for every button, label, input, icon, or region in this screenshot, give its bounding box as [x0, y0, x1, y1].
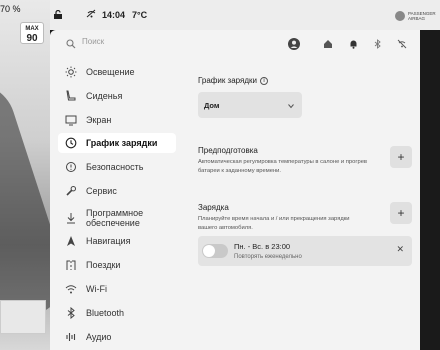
menu-label-navigation: Навигация [86, 236, 131, 246]
schedule-toggle[interactable] [202, 244, 228, 258]
charging-schedule-title: График зарядки [198, 76, 257, 85]
screen-icon [64, 113, 78, 127]
search-bar [50, 30, 420, 52]
menu-label-audio: Аудио [86, 332, 112, 342]
precondition-title: Предподготовка [198, 146, 258, 155]
status-bar: 14:04 7°C PASSENGER AIRBAG [50, 0, 440, 30]
menu-item-audio[interactable]: Аудио [58, 327, 176, 347]
charge-title: Зарядка [198, 203, 229, 212]
toggle-knob [203, 245, 215, 257]
menu-item-software[interactable]: Программное обеспечение [58, 206, 176, 230]
search-icon [66, 36, 76, 49]
trips-icon [64, 258, 78, 272]
location-dropdown[interactable]: Дом [198, 92, 302, 118]
schedule-repeat: Повторять еженедельно [234, 254, 302, 260]
battery-level: 70 % [0, 4, 21, 14]
plus-icon: + [397, 150, 405, 164]
charge-schedule-card[interactable]: Пн. - Вс. в 23:00 Повторять еженедельно … [198, 236, 412, 266]
shield-icon [64, 160, 78, 174]
airbag-label-line2: AIRBAG [408, 16, 426, 21]
speed-limit-value: 90 [26, 33, 38, 44]
car-preview: 70 % MAX 90 [0, 0, 50, 350]
menu-item-lighting[interactable]: Освещение [58, 62, 176, 82]
menu-label-charging-schedule: График зарядки [86, 138, 158, 148]
menu-label-wifi: Wi-Fi [86, 284, 107, 294]
menu-label-security: Безопасность [86, 162, 144, 172]
menu-label-software: Программное обеспечение [86, 208, 144, 228]
charging-schedule-heading: График зарядки i [198, 76, 268, 85]
bell-icon[interactable] [347, 38, 359, 50]
charge-description: Планируйте время начала и / или прекраще… [198, 216, 350, 231]
speed-limit-sign: MAX 90 [20, 22, 44, 44]
navigation-icon [64, 234, 78, 248]
menu-label-lighting: Освещение [86, 67, 135, 77]
menu-label-trips: Поездки [86, 260, 121, 270]
precondition-description: Автоматическая регулировка температуры в… [198, 159, 368, 174]
add-charge-schedule-button[interactable]: + [390, 202, 412, 224]
menu-item-charging-schedule[interactable]: График зарядки [58, 133, 176, 153]
wifi-icon [64, 282, 78, 296]
home-icon[interactable] [322, 38, 334, 50]
schedule-time: Пн. - Вс. в 23:00 [234, 242, 291, 251]
location-dropdown-value: Дом [204, 100, 220, 110]
bottom-panel [0, 300, 46, 334]
menu-item-display[interactable]: Экран [58, 110, 176, 130]
plus-icon: + [397, 206, 405, 220]
menu-label-seats: Сиденья [86, 91, 123, 101]
search-input[interactable] [82, 34, 222, 48]
menu-label-bluetooth: Bluetooth [86, 308, 125, 318]
lock-icon[interactable] [54, 9, 64, 19]
bluetooth-status-icon[interactable] [372, 38, 384, 50]
airbag-icon [395, 11, 405, 21]
car-image [0, 73, 50, 327]
wrench-icon [64, 184, 78, 198]
clock-icon [64, 136, 78, 150]
sun-icon [64, 65, 78, 79]
settings-panel: Освещение Сиденья Экран График зарядки Б… [50, 30, 420, 350]
audio-icon [64, 330, 78, 344]
download-icon [64, 211, 78, 225]
menu-label-service: Сервис [86, 186, 117, 196]
menu-item-wifi[interactable]: Wi-Fi [58, 279, 176, 299]
menu-item-navigation[interactable]: Навигация [58, 231, 176, 251]
no-signal-icon [86, 9, 97, 22]
chevron-down-icon [288, 102, 294, 109]
bluetooth-icon [64, 306, 78, 320]
menu-item-trips[interactable]: Поездки [58, 255, 176, 275]
seat-icon [64, 89, 78, 103]
profile-icon[interactable] [288, 38, 300, 50]
passenger-airbag-indicator: PASSENGER AIRBAG [395, 8, 436, 24]
menu-item-bluetooth[interactable]: Bluetooth [58, 303, 176, 323]
menu-item-seats[interactable]: Сиденья [58, 86, 176, 106]
clock-time: 14:04 [102, 10, 126, 20]
add-precondition-button[interactable]: + [390, 146, 412, 168]
outside-temperature: 7°C [132, 10, 148, 20]
close-icon[interactable]: ✕ [396, 244, 404, 255]
menu-item-security[interactable]: Безопасность [58, 157, 176, 177]
menu-item-service[interactable]: Сервис [58, 181, 176, 201]
info-icon[interactable]: i [260, 76, 268, 85]
menu-label-display: Экран [86, 115, 112, 125]
signal-off-icon[interactable] [396, 38, 408, 50]
